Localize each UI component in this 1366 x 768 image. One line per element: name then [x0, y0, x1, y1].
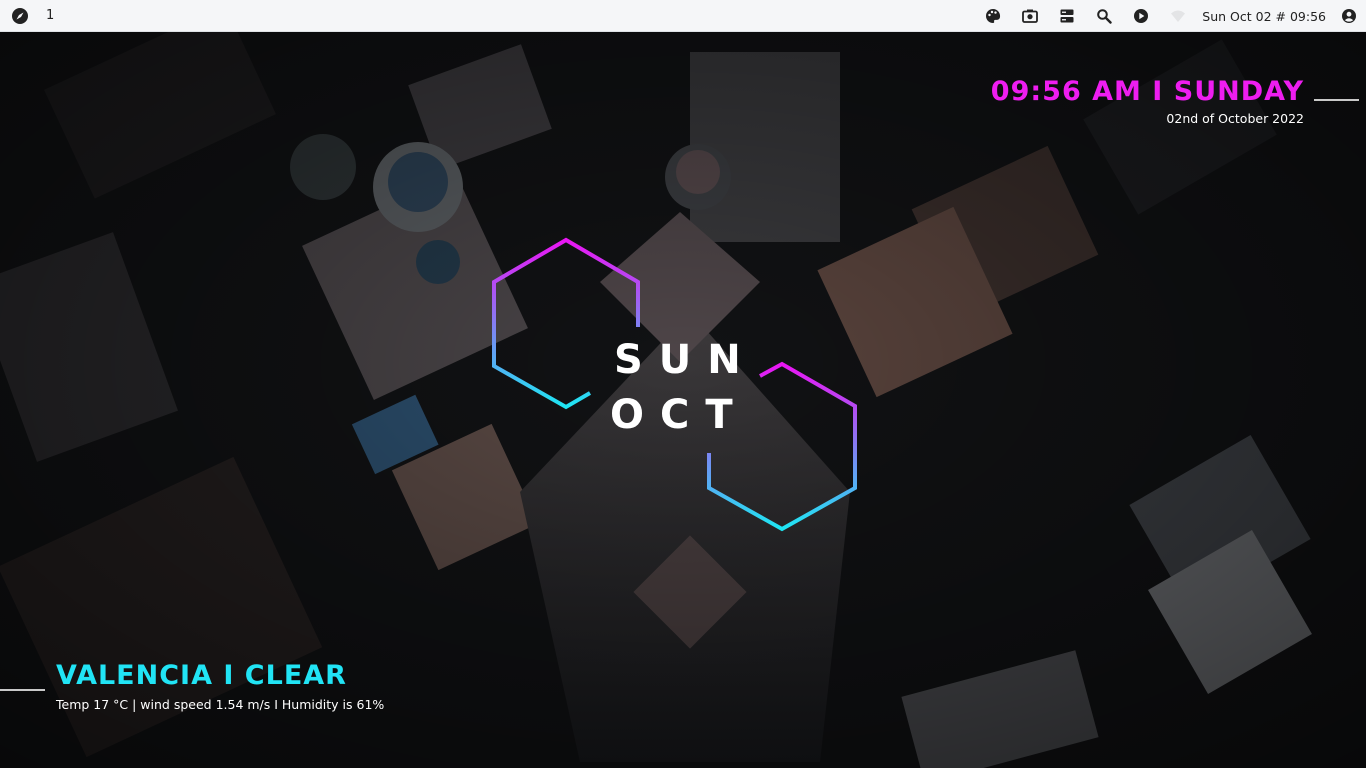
day-label: SUN	[614, 337, 757, 383]
hexagon-frames	[492, 237, 857, 532]
month-label: OCT	[610, 392, 749, 438]
weather-divider	[0, 689, 45, 691]
hexagon-right-outline	[707, 361, 857, 532]
weather-details: Temp 17 °C | wind speed 1.54 m/s I Humid…	[56, 697, 385, 712]
weather-location-condition: VALENCIA I CLEAR	[56, 660, 347, 691]
